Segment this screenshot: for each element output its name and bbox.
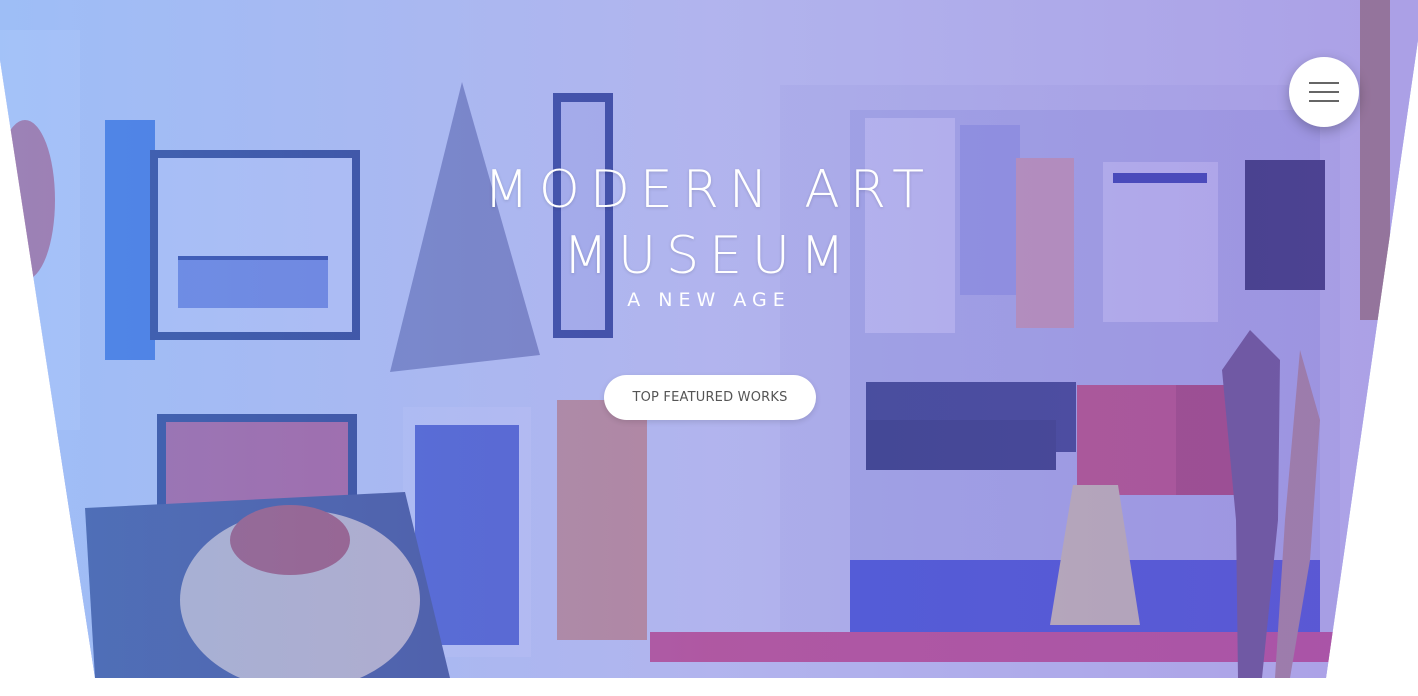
top-featured-works-button[interactable]: TOP FEATURED WORKS (604, 375, 816, 420)
hero-subtitle: A NEW AGE (627, 289, 791, 311)
title-line-1: MODERN ART (484, 159, 934, 220)
hero-section (0, 0, 1418, 678)
title-line-2: MUSEUM (563, 225, 855, 286)
color-gradient-overlay (0, 0, 1418, 678)
page-title: MODERN ART MUSEUM (0, 157, 1418, 289)
menu-button[interactable] (1289, 57, 1359, 127)
hamburger-icon (1309, 82, 1339, 102)
